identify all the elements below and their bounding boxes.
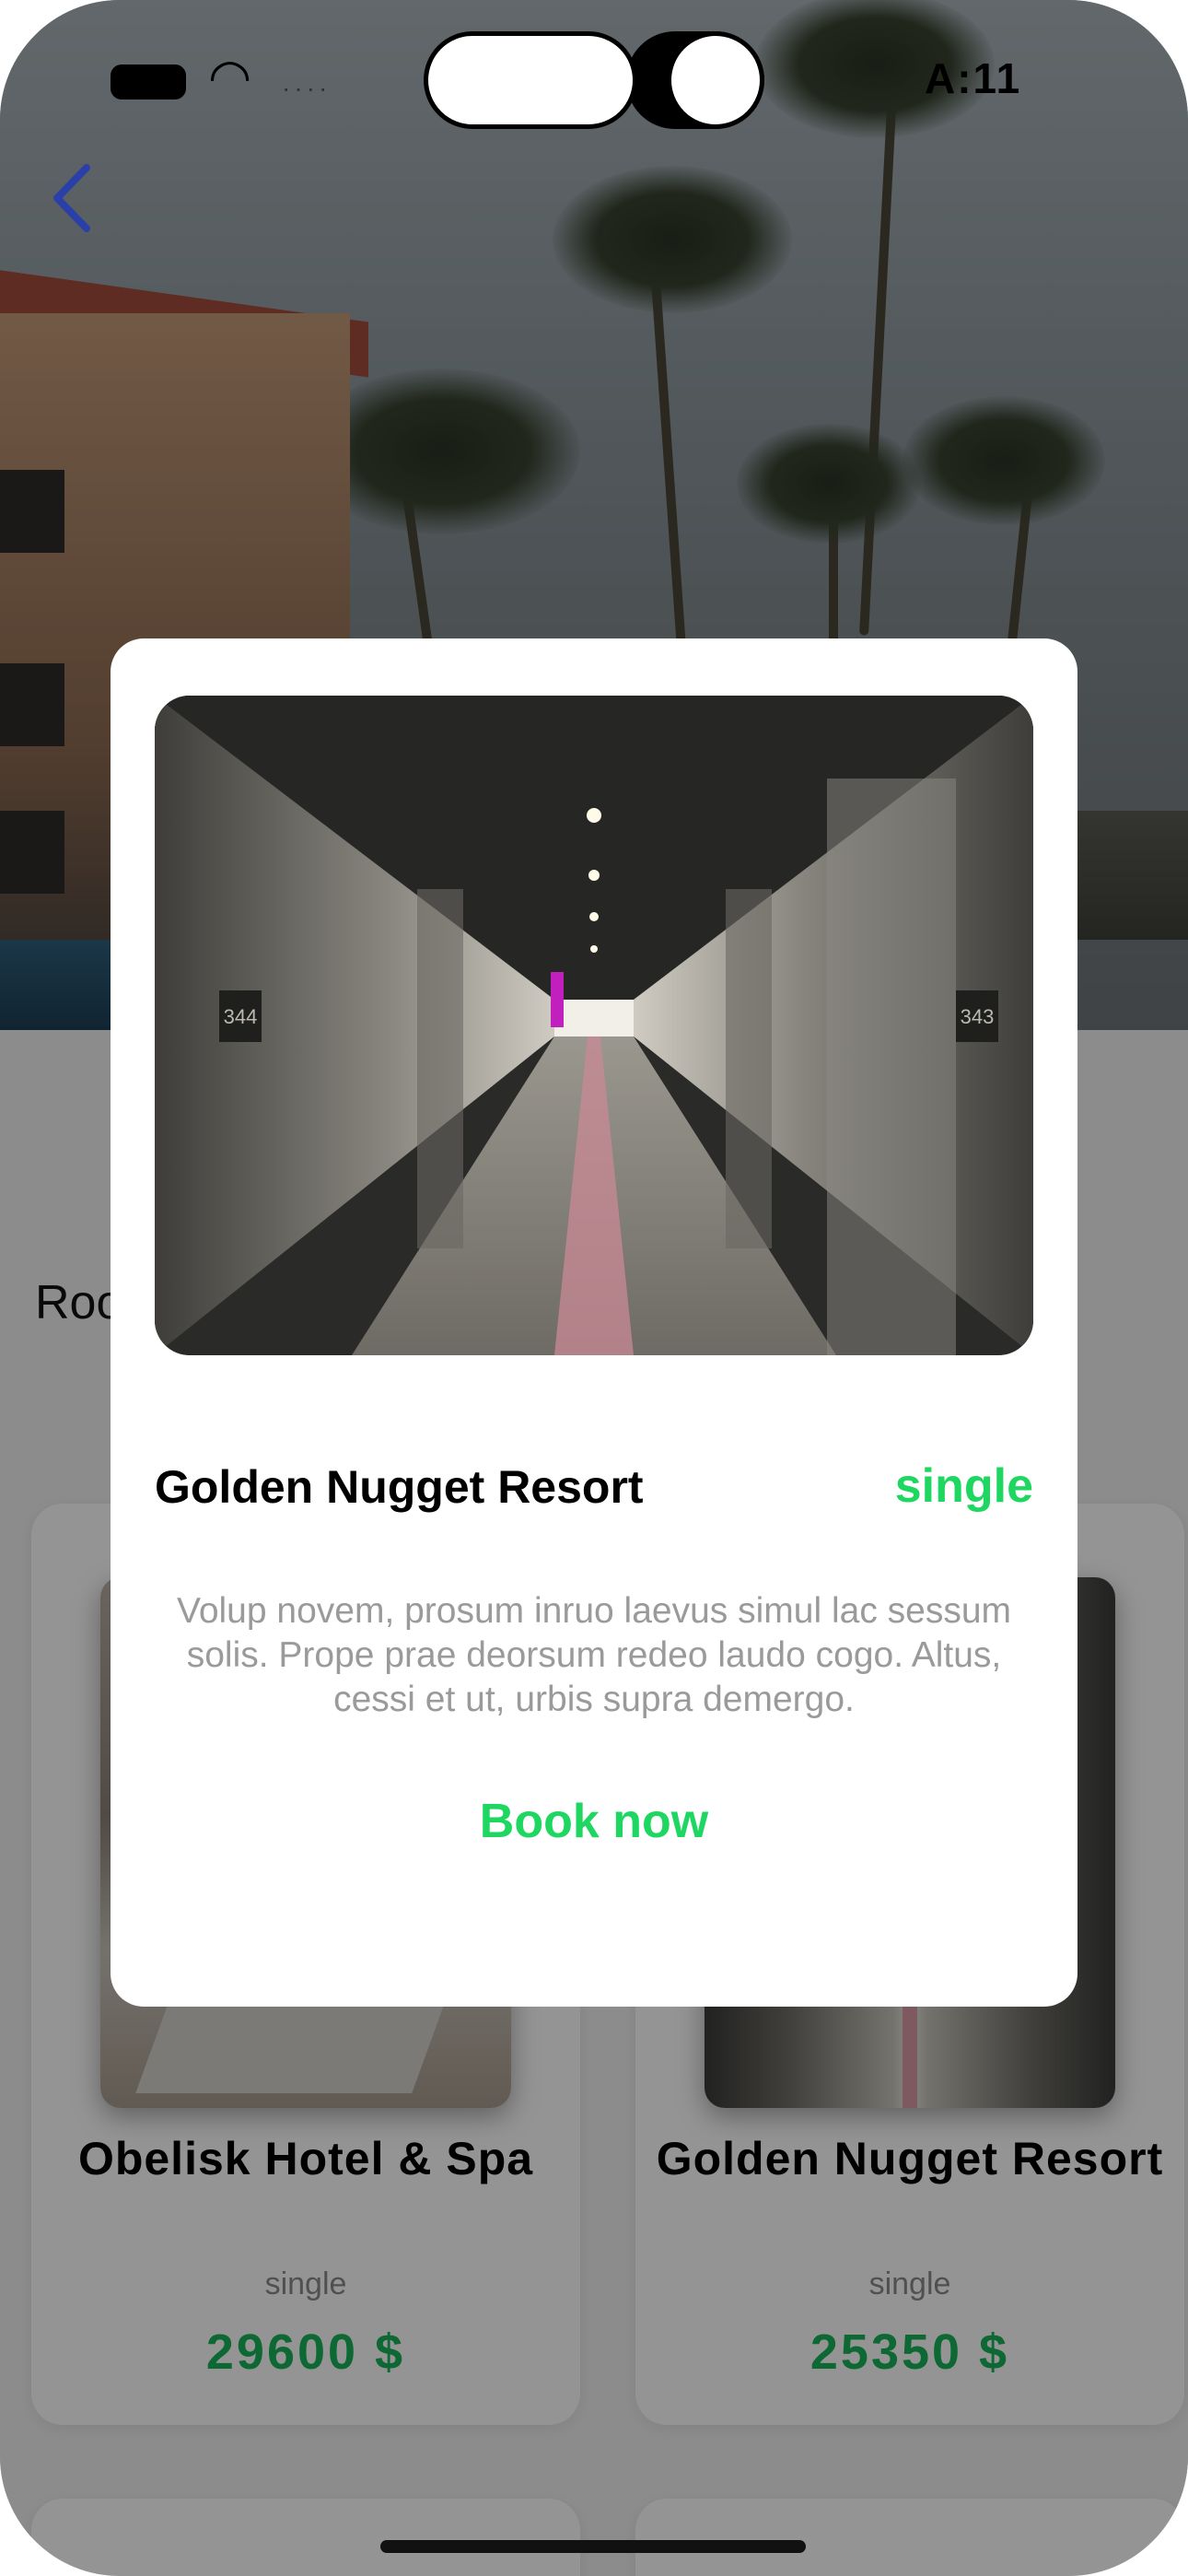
wifi-icon: ◠	[208, 50, 252, 105]
dynamic-island-camera	[667, 31, 764, 129]
room-detail-modal: 344 343 Golden Nugget Resort single Volu…	[111, 638, 1077, 2007]
modal-room-image: 344 343	[155, 696, 1033, 1355]
back-button[interactable]	[44, 157, 109, 240]
modal-description: Volup novem, prosum inruo laevus simul l…	[176, 1591, 1012, 1719]
book-now-button[interactable]: Book now	[111, 1794, 1077, 1849]
battery-icon	[111, 64, 186, 100]
chevron-left-icon	[53, 164, 90, 232]
corridor-photo: 344 343	[155, 696, 1033, 1355]
dynamic-island-pill	[424, 31, 637, 129]
modal-hotel-name: Golden Nugget Resort	[155, 1461, 644, 1513]
phone-screen: Rooms Obelisk Hotel & Spa single 29600 $…	[0, 0, 1188, 2576]
room-number-left: 344	[224, 1005, 258, 1028]
home-indicator[interactable]	[380, 2540, 806, 2553]
status-time: A:11	[925, 54, 1022, 102]
signal-icon: ····	[282, 74, 332, 102]
modal-room-type: single	[894, 1459, 1033, 1513]
status-bar: ◠ ···· A:11	[0, 0, 1188, 166]
room-number-right: 343	[961, 1005, 995, 1028]
